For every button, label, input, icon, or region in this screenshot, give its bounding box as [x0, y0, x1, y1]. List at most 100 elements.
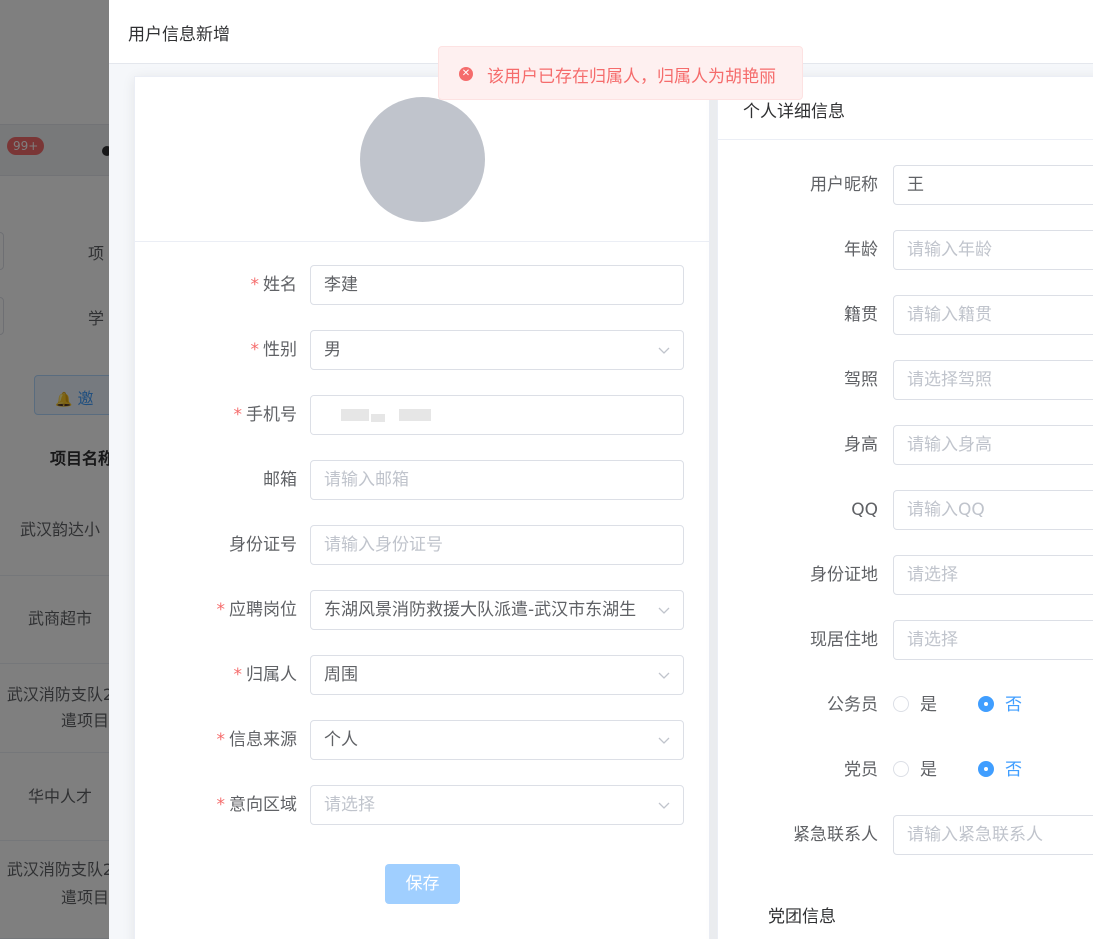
age-input[interactable]: 请输入年龄	[893, 230, 1093, 270]
id-location-label: 身份证地	[810, 565, 878, 585]
email-placeholder: 请输入邮箱	[324, 470, 409, 490]
chevron-down-icon	[658, 802, 670, 809]
residence-select[interactable]: 请选择	[893, 620, 1093, 660]
party-member-yes-label[interactable]: 是	[920, 750, 937, 790]
required-mark: *	[216, 730, 226, 750]
idcard-label: 身份证号	[229, 535, 297, 555]
avatar[interactable]	[360, 97, 485, 222]
form-row-region: * 意向区域 请选择	[135, 785, 711, 825]
height-placeholder: 请输入身高	[907, 435, 992, 455]
required-mark: *	[233, 665, 243, 685]
civil-servant-no-radio[interactable]	[978, 696, 994, 712]
chevron-down-icon	[658, 607, 670, 614]
form-row-license: 驾照 请选择驾照	[718, 360, 1093, 400]
form-row-email: 邮箱 请输入邮箱	[135, 460, 711, 500]
form-row-party-member: 党员 是 否	[718, 750, 1093, 790]
license-placeholder: 请选择驾照	[907, 370, 992, 390]
detail-info-card: 个人详细信息 用户昵称 王 年龄 请输入年龄 籍贯 请输入籍贯 驾照 请选择驾照…	[717, 76, 1093, 939]
civil-servant-yes-radio[interactable]	[893, 696, 909, 712]
position-value: 东湖风景消防救援大队派遣-武汉市东湖生	[324, 600, 637, 620]
required-mark: *	[216, 600, 226, 620]
chevron-down-icon	[658, 672, 670, 679]
gender-label-text: 性别	[263, 340, 297, 360]
nickname-value: 王	[907, 175, 924, 195]
civil-servant-yes-label[interactable]: 是	[920, 685, 937, 725]
idcard-input[interactable]: 请输入身份证号	[310, 525, 684, 565]
license-select[interactable]: 请选择驾照	[893, 360, 1093, 400]
region-label: * 意向区域	[135, 785, 298, 825]
source-select[interactable]: 个人	[310, 720, 684, 760]
avatar-area	[135, 77, 709, 242]
position-select[interactable]: 东湖风景消防救援大队派遣-武汉市东湖生	[310, 590, 684, 630]
age-placeholder: 请输入年龄	[907, 240, 992, 260]
dialog-body: * 姓名 李建 * 性别 男 * 手机号 邮箱 请输入邮箱 身份证号 请输入身份…	[109, 64, 1093, 939]
email-input[interactable]: 请输入邮箱	[310, 460, 684, 500]
nickname-label: 用户昵称	[810, 175, 878, 195]
name-value: 李建	[324, 275, 358, 295]
party-member-yes-radio[interactable]	[893, 761, 909, 777]
gender-select[interactable]: 男	[310, 330, 684, 370]
required-mark: *	[216, 795, 226, 815]
phone-label: * 手机号	[135, 395, 298, 435]
form-row-residence: 现居住地 请选择	[718, 620, 1093, 660]
form-row-idcard: 身份证号 请输入身份证号	[135, 525, 711, 565]
form-row-position: * 应聘岗位 东湖风景消防救援大队派遣-武汉市东湖生	[135, 590, 711, 630]
blur-block	[371, 414, 385, 422]
form-row-owner: * 归属人 周围	[135, 655, 711, 695]
license-label: 驾照	[844, 370, 878, 390]
blur-block	[399, 409, 431, 421]
chevron-down-icon	[658, 347, 670, 354]
gender-label: * 性别	[135, 330, 298, 370]
owner-label: * 归属人	[135, 655, 298, 695]
email-label: 邮箱	[263, 470, 297, 490]
required-mark: *	[250, 275, 260, 295]
hometown-input[interactable]: 请输入籍贯	[893, 295, 1093, 335]
form-row-name: * 姓名 李建	[135, 265, 711, 305]
required-mark: *	[233, 405, 243, 425]
id-location-placeholder: 请选择	[907, 565, 958, 585]
form-row-phone: * 手机号	[135, 395, 711, 435]
height-label: 身高	[844, 435, 878, 455]
required-mark: *	[250, 340, 260, 360]
height-input[interactable]: 请输入身高	[893, 425, 1093, 465]
form-row-age: 年龄 请输入年龄	[718, 230, 1093, 270]
qq-label: QQ	[851, 500, 878, 520]
qq-input[interactable]: 请输入QQ	[893, 490, 1093, 530]
form-row-qq: QQ 请输入QQ	[718, 490, 1093, 530]
emergency-contact-placeholder: 请输入紧急联系人	[907, 825, 1043, 845]
phone-label-text: 手机号	[246, 405, 297, 425]
position-label-text: 应聘岗位	[229, 600, 297, 620]
phone-input[interactable]	[310, 395, 684, 435]
error-message-text: 该用户已存在归属人，归属人为胡艳丽	[487, 67, 776, 87]
form-row-nickname: 用户昵称 王	[718, 165, 1093, 205]
basic-info-card: * 姓名 李建 * 性别 男 * 手机号 邮箱 请输入邮箱 身份证号 请输入身份…	[134, 76, 710, 939]
hometown-label: 籍贯	[844, 305, 878, 325]
party-member-no-label[interactable]: 否	[1005, 750, 1022, 790]
qq-placeholder: 请输入QQ	[907, 500, 985, 520]
civil-servant-no-label[interactable]: 否	[1005, 685, 1022, 725]
save-button[interactable]: 保存	[385, 864, 460, 904]
name-input[interactable]: 李建	[310, 265, 684, 305]
form-row-source: * 信息来源 个人	[135, 720, 711, 760]
emergency-contact-input[interactable]: 请输入紧急联系人	[893, 815, 1093, 855]
party-member-label: 党员	[844, 760, 878, 780]
owner-select[interactable]: 周围	[310, 655, 684, 695]
region-label-text: 意向区域	[229, 795, 297, 815]
error-circle-icon: ✕	[459, 67, 473, 81]
form-row-gender: * 性别 男	[135, 330, 711, 370]
id-location-select[interactable]: 请选择	[893, 555, 1093, 595]
region-select[interactable]: 请选择	[310, 785, 684, 825]
form-row-height: 身高 请输入身高	[718, 425, 1093, 465]
region-placeholder: 请选择	[324, 795, 375, 815]
position-label: * 应聘岗位	[135, 590, 298, 630]
age-label: 年龄	[844, 240, 878, 260]
owner-value: 周围	[324, 665, 358, 685]
hometown-placeholder: 请输入籍贯	[907, 305, 992, 325]
nickname-input[interactable]: 王	[893, 165, 1093, 205]
residence-placeholder: 请选择	[907, 630, 958, 650]
residence-label: 现居住地	[810, 630, 878, 650]
civil-servant-label: 公务员	[827, 695, 878, 715]
party-member-no-radio[interactable]	[978, 761, 994, 777]
source-value: 个人	[324, 730, 358, 750]
name-label-text: 姓名	[263, 275, 297, 295]
